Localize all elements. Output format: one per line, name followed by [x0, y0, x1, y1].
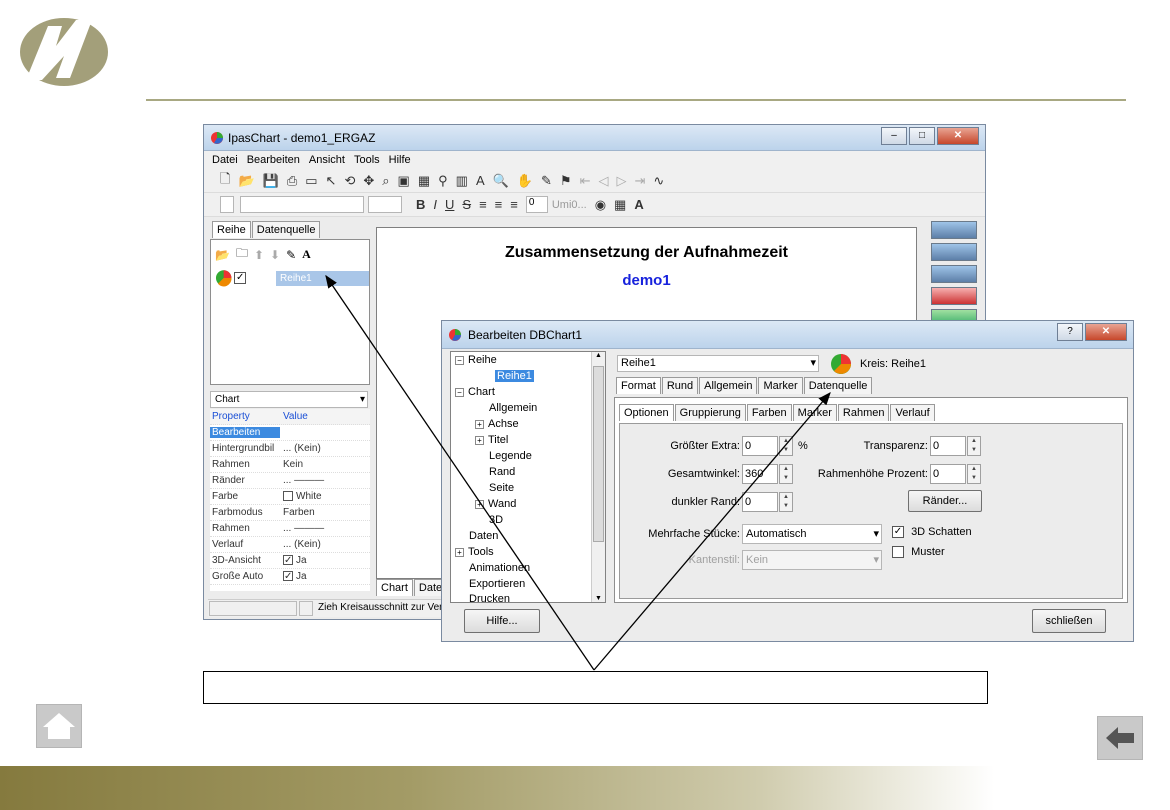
arrow-to-edit-icon: [325, 274, 595, 671]
callout-arrows: [325, 274, 831, 671]
home-button[interactable]: [36, 704, 82, 748]
footer-band: [0, 766, 1170, 810]
arrow-left-icon: [1106, 727, 1134, 749]
back-button[interactable]: [1097, 716, 1143, 760]
home-icon: [43, 713, 75, 739]
arrow-to-datenquelle-tab: [593, 392, 831, 671]
